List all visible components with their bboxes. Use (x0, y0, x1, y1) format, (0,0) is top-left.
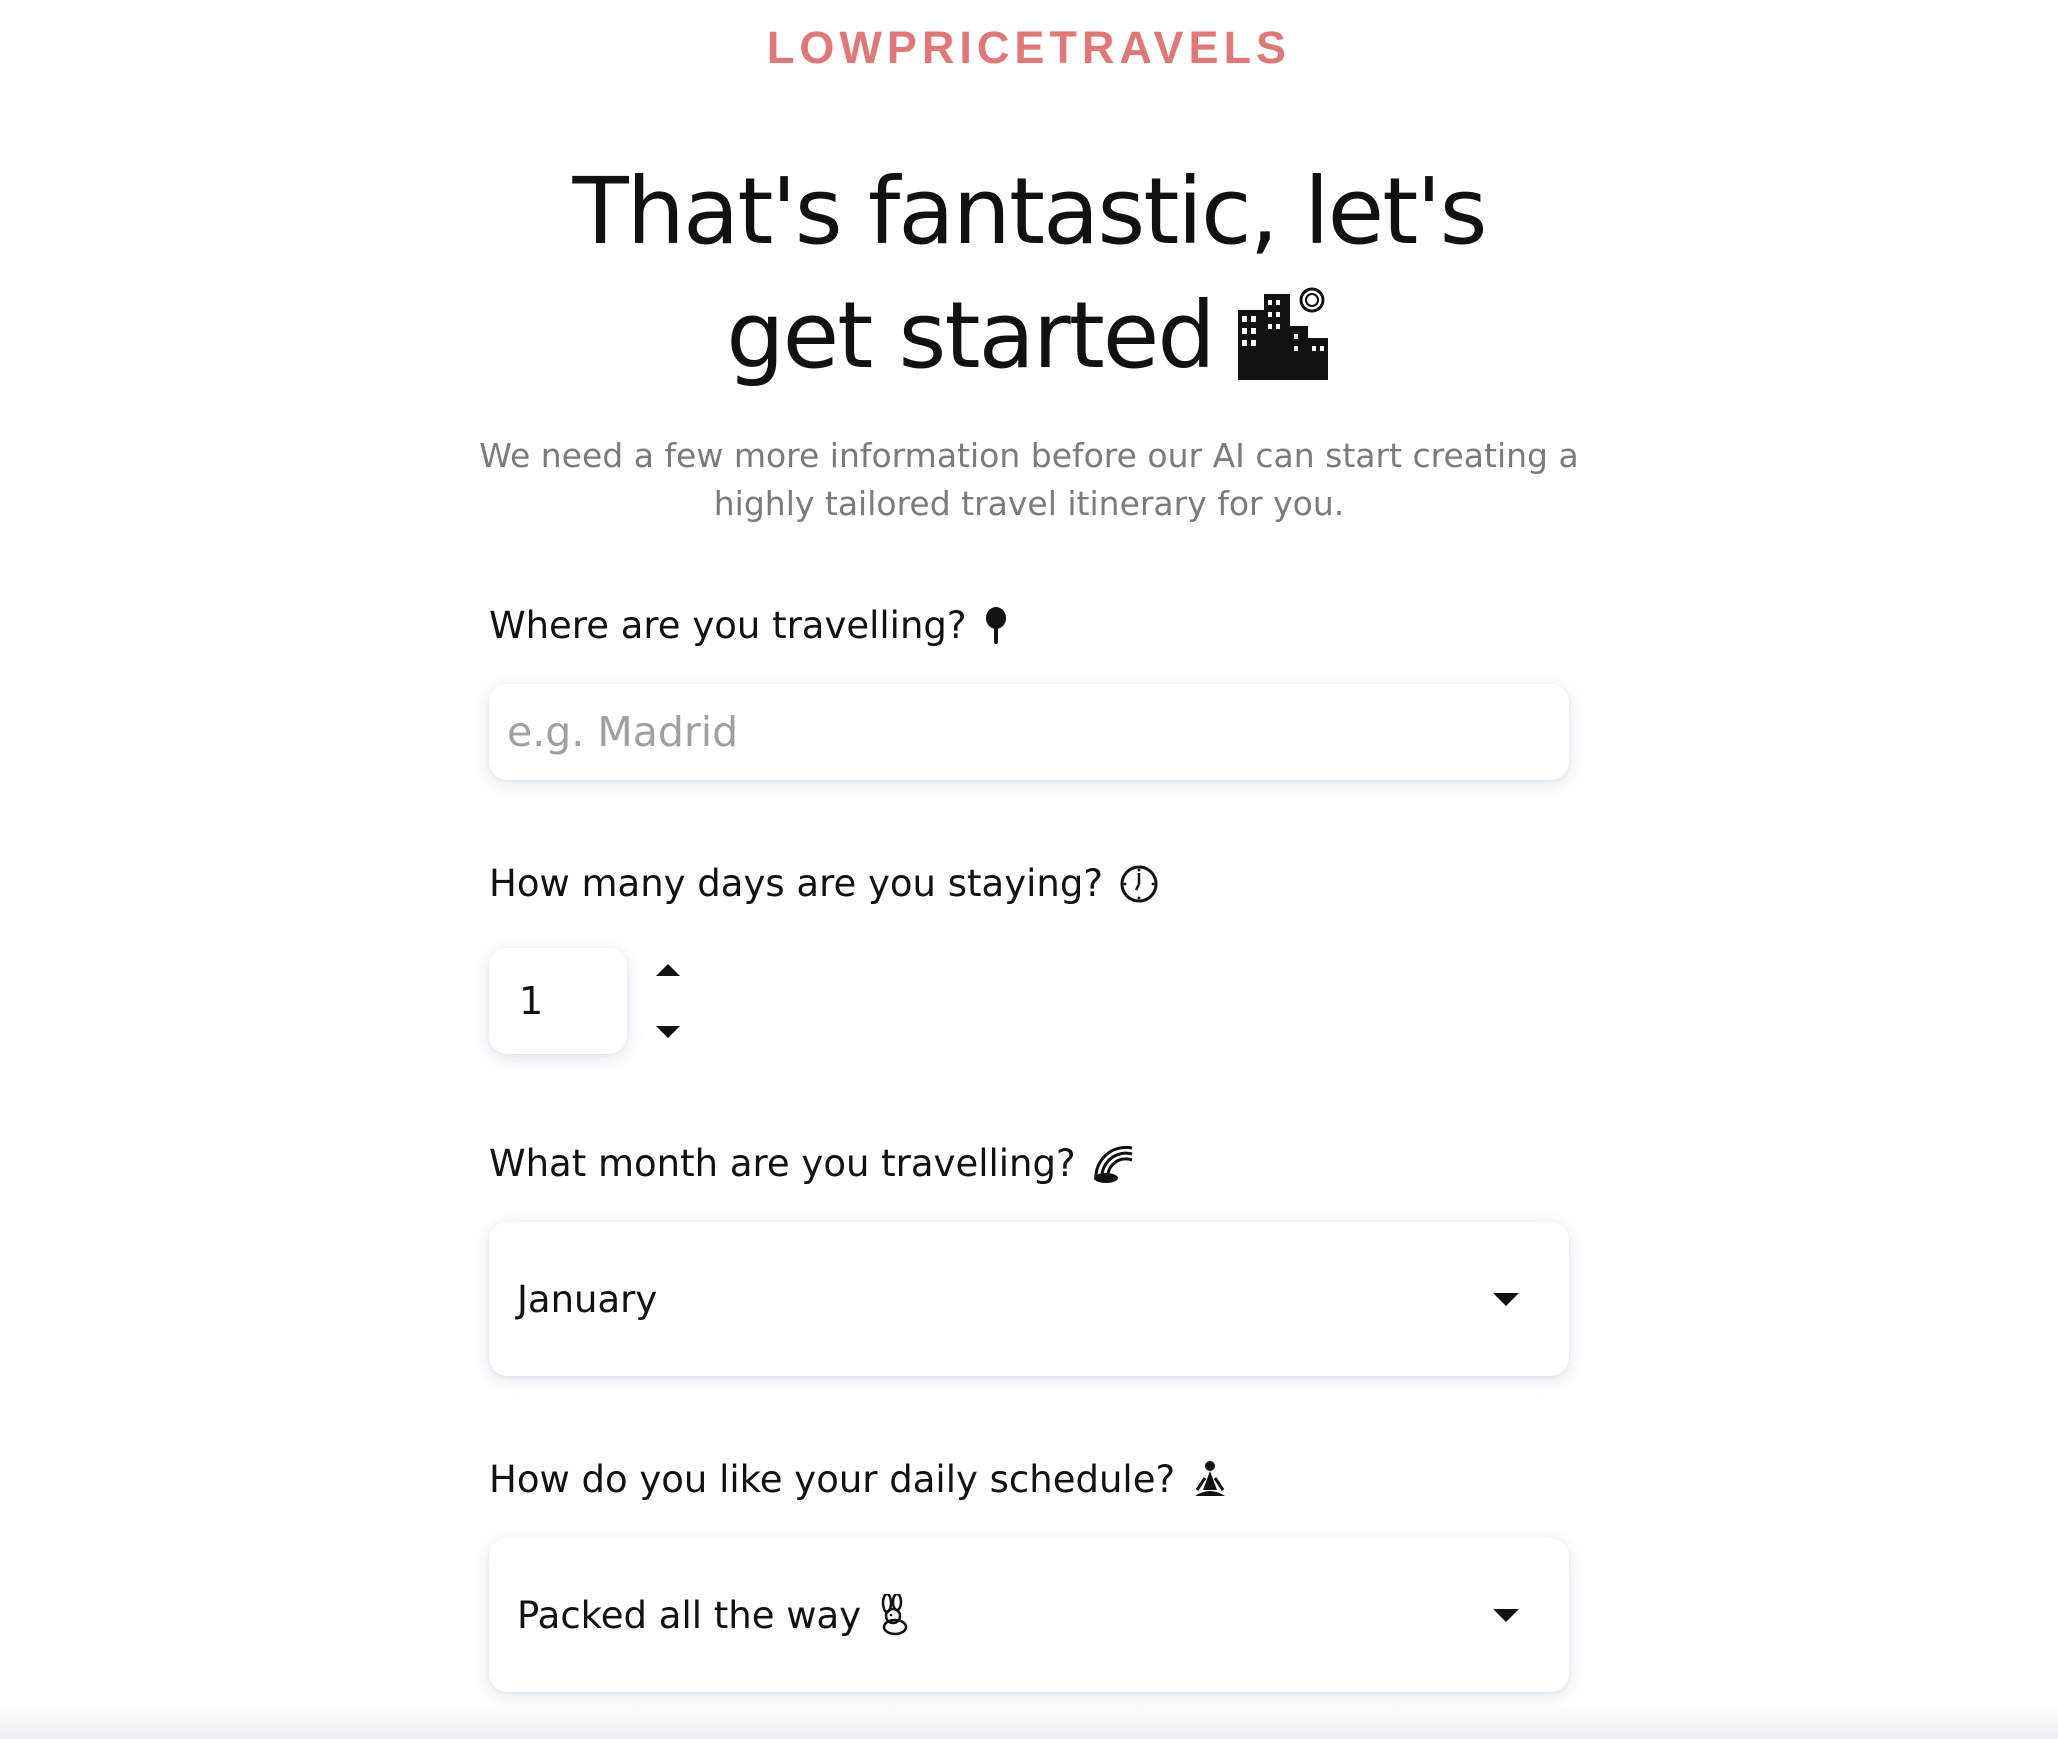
days-label: How many days are you staying? (489, 862, 1159, 905)
rainbow-icon (1092, 1144, 1136, 1184)
days-input[interactable]: 1 (489, 948, 627, 1054)
rabbit-icon (877, 1594, 911, 1636)
stepper-down-icon[interactable] (656, 1026, 680, 1038)
bottom-fade (0, 1705, 2058, 1739)
destination-input[interactable] (507, 708, 1569, 756)
page-subtitle: We need a few more information before ou… (479, 436, 1579, 523)
days-value: 1 (519, 979, 544, 1023)
days-stepper[interactable] (654, 960, 684, 1040)
schedule-select[interactable]: Packed all the way (489, 1538, 1569, 1692)
destination-label: Where are you travelling? (489, 604, 1009, 647)
pushpin-icon (983, 606, 1009, 646)
cityscape-icon (1232, 286, 1332, 382)
schedule-label-text: How do you like your daily schedule? (489, 1458, 1176, 1501)
stepper-up-icon[interactable] (656, 964, 680, 976)
month-select-value: January (517, 1277, 658, 1321)
meditation-icon (1191, 1460, 1229, 1500)
days-label-text: How many days are you staying? (489, 862, 1103, 905)
brand-logo: LOWPRICETRAVELS (766, 22, 1292, 73)
schedule-select-text: Packed all the way (517, 1593, 862, 1637)
page-title: That's fantastic, let's get started (529, 150, 1529, 398)
chevron-down-icon[interactable] (1493, 1608, 1519, 1622)
schedule-label: How do you like your daily schedule? (489, 1458, 1229, 1501)
month-select[interactable]: January (489, 1222, 1569, 1376)
clock-icon (1119, 864, 1159, 904)
destination-label-text: Where are you travelling? (489, 604, 967, 647)
page-title-text: That's fantastic, let's get started (572, 158, 1487, 389)
month-label-text: What month are you travelling? (489, 1142, 1076, 1185)
month-label: What month are you travelling? (489, 1142, 1136, 1185)
schedule-select-value: Packed all the way (517, 1594, 911, 1637)
chevron-down-icon[interactable] (1493, 1292, 1519, 1306)
destination-field[interactable] (489, 684, 1569, 780)
